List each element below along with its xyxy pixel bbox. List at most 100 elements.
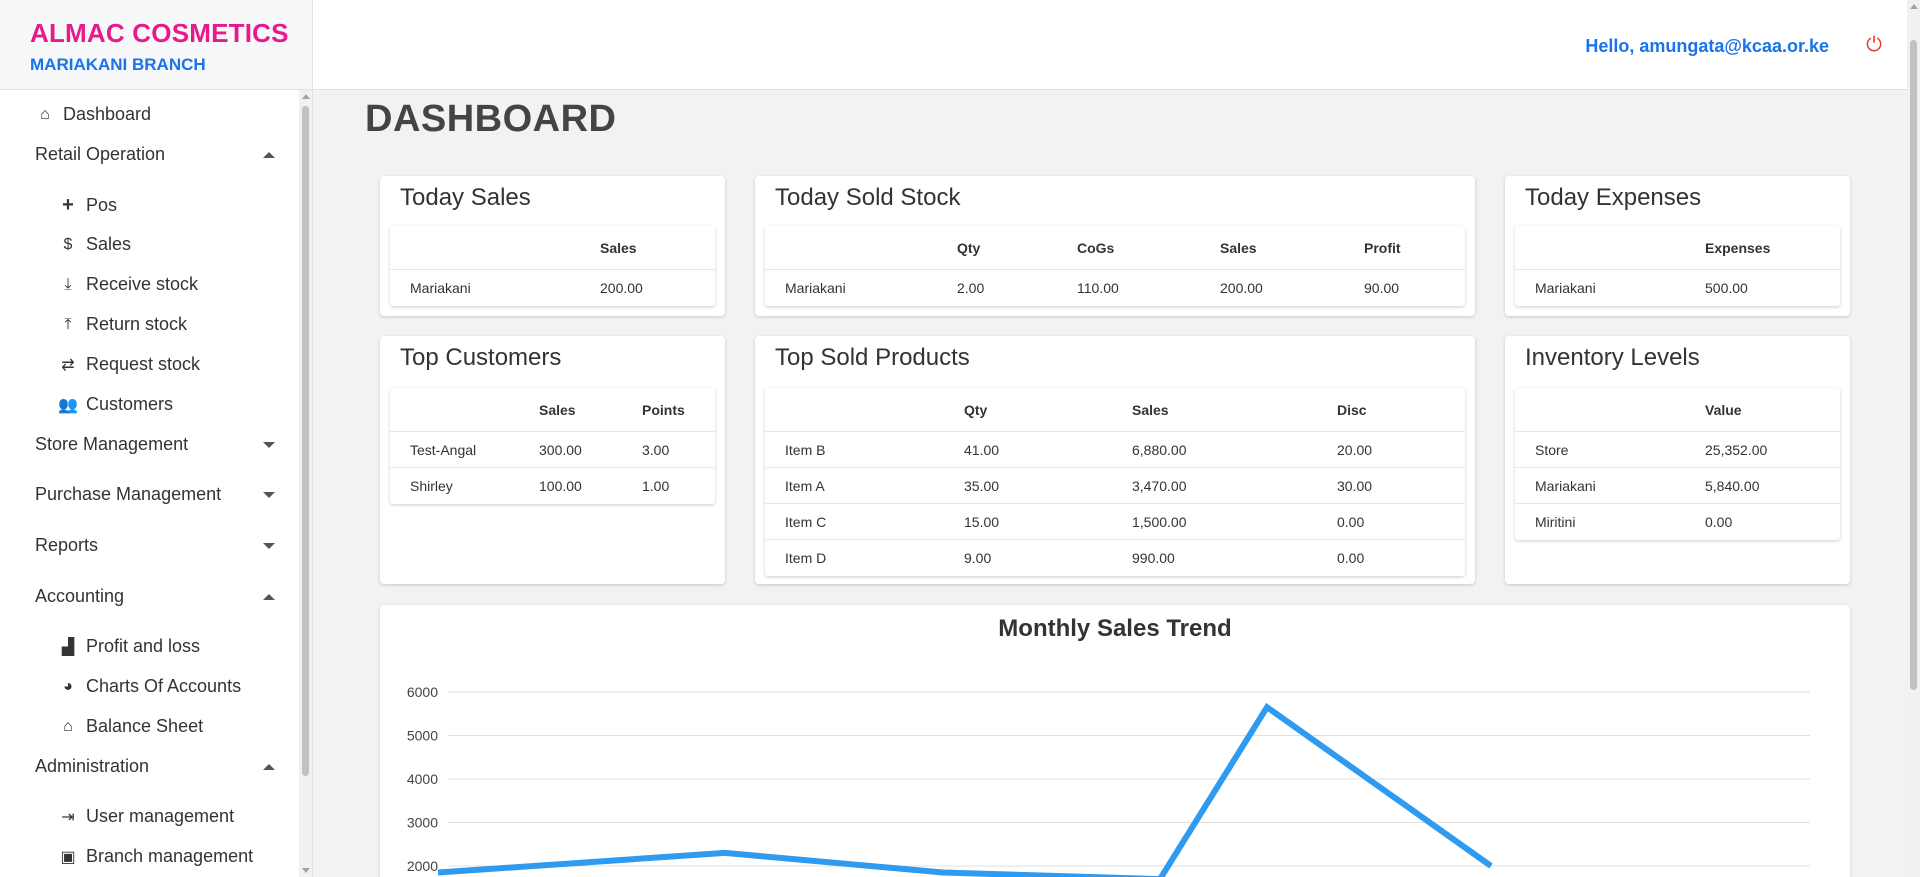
swap-icon: ⇄ [61,356,75,374]
chevron-up-icon [263,763,275,770]
table-row: Shirley 100.00 1.00 [390,468,715,504]
table-cell: Test-Angal [410,441,477,458]
header-cell: Points [642,401,685,418]
pie-chart-icon: ◕ [63,677,73,695]
header-cell: CoGs [1077,239,1115,256]
card-title: Top Customers [400,344,562,371]
sidebar-group-store-management[interactable]: Store Management [35,434,275,455]
table-row: Item C 15.00 1,500.00 0.00 [765,504,1465,540]
header-cell: Value [1705,401,1742,418]
bar-chart-icon: ▟ [61,638,75,656]
table-header: Sales [390,226,715,270]
branch-name: MARIAKANI BRANCH [30,55,206,74]
home-icon: ⌂ [40,105,50,123]
chevron-up-icon [263,151,275,158]
sidebar-group-reports[interactable]: Reports [35,535,275,556]
sidebar-group-administration[interactable]: Administration [35,756,275,777]
scroll-up-arrow-icon[interactable] [302,94,310,99]
header-cell: Expenses [1705,239,1771,256]
scrollbar-thumb[interactable] [1910,40,1917,690]
table-cell: 3,470.00 [1132,477,1187,494]
sidebar-item-pos[interactable]: + Pos [58,194,300,217]
card-title: Today Sales [400,184,531,211]
top-sold-products-card: Top Sold Products Qty Sales Disc Item B … [755,336,1475,584]
table-header: Expenses [1515,226,1840,270]
table-cell: 200.00 [1220,280,1263,296]
sidebar-item-user-management[interactable]: ⇥ User management [58,806,300,827]
table-row: Mariakani 2.00 110.00 200.00 90.00 [765,270,1465,306]
table-cell: 9.00 [964,550,992,566]
table-cell: Item A [785,477,825,494]
table-cell: 6,880.00 [1132,441,1187,458]
monthly-sales-trend-card: Monthly Sales Trend 2000 3000 4000 5000 6000 [380,605,1850,877]
sidebar-item-charts-of-accounts[interactable]: ◕ Charts Of Accounts [58,676,300,697]
today-sales-card: Today Sales Sales Mariakani 200.00 [380,176,725,316]
sidebar-item-profit-and-loss[interactable]: ▟ Profit and loss [58,636,300,657]
header-cell: Disc [1337,401,1367,418]
user-greeting[interactable]: Hello, amungata@kcaa.or.ke [1585,36,1829,57]
sidebar-item-label: Profit and loss [86,636,201,656]
sidebar-item-balance-sheet[interactable]: ⌂ Balance Sheet [58,716,300,737]
table-cell: Mariakani [1535,280,1596,296]
upload-icon: ⤒ [64,315,72,333]
table-header: Qty Sales Disc [765,388,1465,432]
chevron-up-icon [263,593,275,600]
sidebar-group-label: Administration [35,756,150,776]
sidebar-item-sales[interactable]: $ Sales [58,234,300,255]
sidebar-group-label: Reports [35,535,99,555]
today-sales-table: Sales Mariakani 200.00 [390,226,715,306]
table-cell: Miritini [1535,514,1576,530]
table-cell: 0.00 [1705,514,1733,530]
card-title: Top Sold Products [775,344,970,371]
top-bar: Hello, amungata@kcaa.or.ke ⏻ [313,0,1907,90]
brand: ALMAC COSMETICS MARIAKANI BRANCH [0,0,312,90]
sidebar-item-request-stock[interactable]: ⇄ Request stock [58,354,300,375]
sidebar-item-label: Receive stock [86,274,199,294]
table-cell: 35.00 [964,477,1000,494]
table-cell: 100.00 [539,478,582,494]
header-cell: Sales [1220,239,1257,256]
table-cell: 2.00 [957,280,985,296]
power-icon[interactable]: ⏻ [1863,34,1885,56]
table-cell: 15.00 [964,513,1000,530]
table-row: Item A 35.00 3,470.00 30.00 [765,468,1465,504]
main-scrollbar[interactable] [1907,0,1920,877]
today-expenses-table: Expenses Mariakani 500.00 [1515,226,1840,306]
table-cell: 200.00 [600,280,643,296]
sidebar-group-purchase-management[interactable]: Purchase Management [35,484,275,505]
scrollbar-thumb[interactable] [302,106,309,776]
sidebar-group-accounting[interactable]: Accounting [35,586,275,607]
scroll-up-arrow-icon[interactable] [1910,4,1918,9]
people-icon: 👥 [58,396,78,414]
sidebar-item-branch-management[interactable]: ▣ Branch management [58,846,300,867]
sidebar-scrollbar[interactable] [299,90,312,877]
sidebar-item-label: Sales [86,234,132,254]
series-line [437,702,1493,877]
table-cell: Mariakani [1535,477,1596,494]
header-cell: Profit [1364,239,1401,256]
card-title: Inventory Levels [1525,344,1700,371]
header-cell: Sales [1132,401,1169,418]
y-tick-label: 5000 [407,728,438,744]
table-cell: 25,352.00 [1705,441,1768,458]
header-cell: Qty [957,239,981,256]
sidebar-group-label: Accounting [35,586,125,606]
table-row: Miritini 0.00 [1515,504,1840,540]
scroll-down-arrow-icon[interactable] [302,868,310,873]
sidebar-item-dashboard[interactable]: ⌂ Dashboard [35,104,300,125]
sidebar-item-label: Pos [86,195,118,215]
sidebar-item-customers[interactable]: 👥 Customers [58,394,300,415]
sidebar-item-return-stock[interactable]: ⤒ Return stock [58,314,300,335]
sidebar-group-retail-operation[interactable]: Retail Operation [35,144,275,165]
y-tick-label: 4000 [407,771,438,787]
inventory-levels-card: Inventory Levels Value Store 25,352.00 M… [1505,336,1850,584]
header-cell: Sales [539,401,576,418]
chevron-down-icon [263,441,275,448]
table-cell: 41.00 [964,441,1000,458]
sidebar-item-receive-stock[interactable]: ⤓ Receive stock [58,274,300,295]
table-cell: 0.00 [1337,550,1365,566]
table-cell: 990.00 [1132,550,1175,566]
table-header: Qty CoGs Sales Profit [765,226,1465,270]
chevron-down-icon [263,542,275,549]
table-cell: Item D [785,550,827,566]
